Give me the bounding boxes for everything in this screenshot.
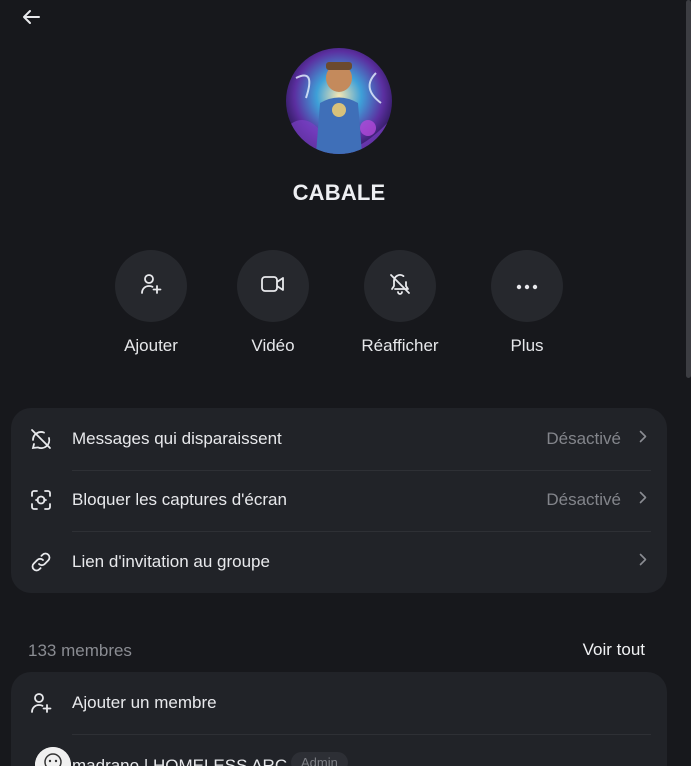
- member-more-button[interactable]: [627, 758, 647, 766]
- member-avatar: [35, 747, 71, 766]
- bell-off-icon: [388, 272, 412, 301]
- group-invite-link-label: Lien d'invitation au groupe: [72, 551, 270, 571]
- disappearing-messages-row[interactable]: Messages qui disparaissent Désactivé: [11, 408, 667, 470]
- group-avatar[interactable]: [286, 48, 392, 154]
- add-user-icon: [139, 272, 163, 301]
- chevron-right-icon: [639, 553, 647, 571]
- arrow-left-icon: [22, 9, 40, 30]
- video-camera-icon: [260, 273, 286, 300]
- screenshot-block-icon: [29, 488, 53, 512]
- scrollbar[interactable]: [686, 0, 691, 378]
- more-label: Plus: [510, 336, 544, 355]
- see-all-link[interactable]: Voir tout: [583, 640, 645, 660]
- back-button[interactable]: [16, 6, 46, 32]
- block-screenshots-label: Bloquer les captures d'écran: [72, 490, 287, 510]
- members-count: 133 membres: [28, 641, 132, 660]
- disappearing-messages-icon: [29, 427, 53, 451]
- block-screenshots-value: Désactivé: [546, 490, 621, 510]
- group-name: CABALE: [292, 180, 386, 205]
- add-button[interactable]: Ajouter: [96, 250, 206, 356]
- chevron-right-icon: [639, 491, 647, 509]
- unmute-label: Réafficher: [361, 336, 439, 355]
- block-screenshots-row[interactable]: Bloquer les captures d'écran Désactivé: [11, 469, 667, 532]
- divider: [72, 531, 651, 532]
- divider: [72, 469, 651, 471]
- admin-badge: Admin: [291, 752, 348, 766]
- members-card: Ajouter un membre madrano | HOMELESS ARC…: [11, 672, 667, 766]
- group-invite-link-row[interactable]: Lien d'invitation au groupe: [11, 531, 667, 593]
- add-label: Ajouter: [124, 336, 178, 355]
- member-name: madrano | HOMELESS ARC: [72, 756, 288, 766]
- link-icon: [29, 550, 53, 574]
- more-horizontal-icon: [515, 277, 539, 295]
- member-row[interactable]: madrano | HOMELESS ARC Admin: [11, 672, 667, 766]
- unmute-button[interactable]: Réafficher: [345, 250, 455, 356]
- more-horizontal-icon: [627, 758, 647, 766]
- more-button[interactable]: Plus: [472, 250, 582, 356]
- disappearing-messages-value: Désactivé: [546, 428, 621, 448]
- settings-card: Messages qui disparaissent Désactivé Blo…: [11, 408, 667, 593]
- chevron-right-icon: [639, 430, 647, 448]
- disappearing-messages-label: Messages qui disparaissent: [72, 428, 282, 448]
- video-button[interactable]: Vidéo: [218, 250, 328, 356]
- video-label: Vidéo: [251, 336, 295, 355]
